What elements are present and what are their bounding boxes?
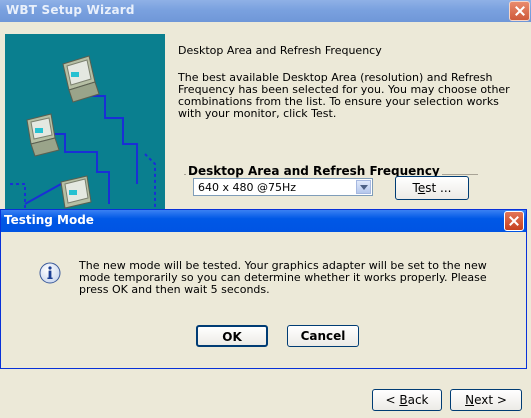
monitor-icon-bottom <box>60 175 92 209</box>
test-button[interactable]: Test ... <box>395 176 469 200</box>
dialog-close-button[interactable] <box>504 211 524 231</box>
dialog-titlebar[interactable]: Testing Mode <box>1 210 526 232</box>
monitor-icon-middle <box>26 113 60 157</box>
window-titlebar[interactable]: WBT Setup Wizard <box>0 0 531 22</box>
chevron-down-icon[interactable] <box>356 180 371 194</box>
cancel-button[interactable]: Cancel <box>287 325 359 347</box>
resolution-select-value: 640 x 480 @75Hz <box>198 181 297 194</box>
monitors-network-illustration <box>10 55 156 212</box>
ok-button[interactable]: OK <box>196 325 268 347</box>
monitor-icon-top <box>62 55 100 103</box>
dialog-message: The new mode will be tested. Your graphi… <box>79 259 487 296</box>
dialog-title: Testing Mode <box>4 213 94 227</box>
next-button[interactable]: Next > <box>450 389 522 411</box>
testing-mode-dialog: Testing Mode The new mode will be tested… <box>0 209 527 369</box>
wizard-illustration <box>5 34 165 212</box>
back-button[interactable]: < Back <box>372 389 442 411</box>
window-title: WBT Setup Wizard <box>6 3 135 17</box>
window-close-button[interactable] <box>509 1 530 21</box>
page-heading: Desktop Area and Refresh Frequency <box>178 44 382 57</box>
resolution-select[interactable]: 640 x 480 @75Hz <box>193 178 373 196</box>
page-description: The best available Desktop Area (resolut… <box>178 71 510 120</box>
info-icon <box>39 262 61 284</box>
